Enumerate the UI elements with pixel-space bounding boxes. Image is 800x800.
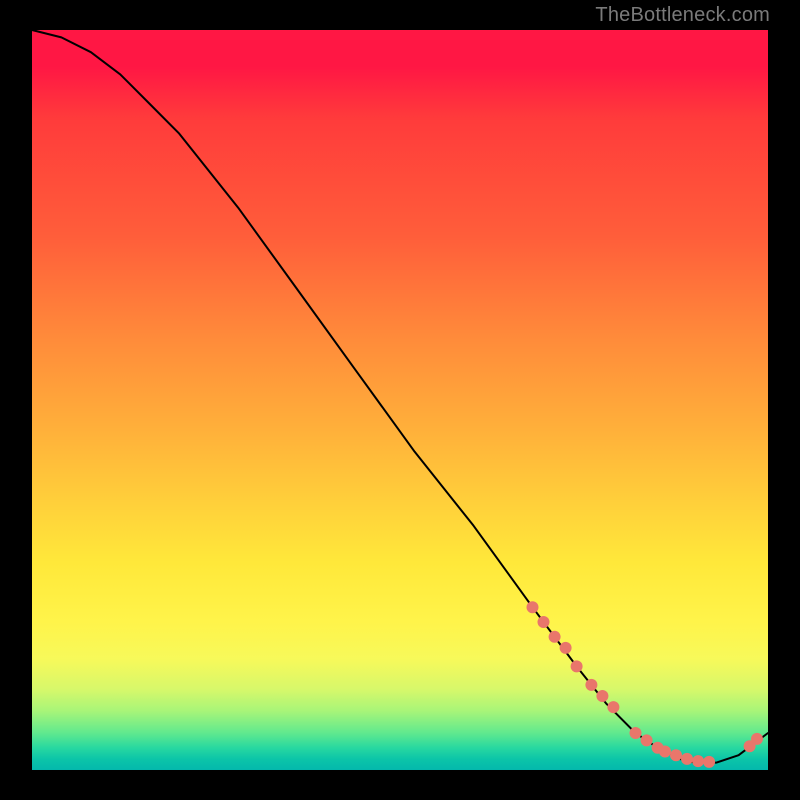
- watermark-label: TheBottleneck.com: [595, 4, 770, 27]
- chart-container: TheBottleneck.com: [0, 0, 800, 800]
- plot-gradient-background: [32, 30, 768, 770]
